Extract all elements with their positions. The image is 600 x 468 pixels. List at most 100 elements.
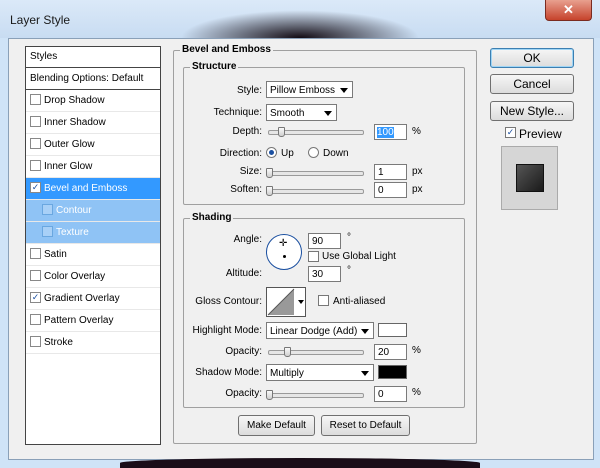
style-item-label: Satin — [44, 249, 67, 260]
blending-options[interactable]: Blending Options: Default — [26, 68, 160, 90]
style-item-inner-glow[interactable]: Inner Glow — [26, 156, 160, 178]
style-item-drop-shadow[interactable]: Drop Shadow — [26, 90, 160, 112]
new-style-button[interactable]: New Style... — [490, 101, 574, 121]
style-item-label: Texture — [56, 227, 89, 238]
shadow-mode-select[interactable]: Multiply — [266, 364, 374, 381]
chevron-down-icon[interactable] — [298, 300, 304, 304]
chevron-down-icon — [361, 371, 369, 376]
size-slider-thumb[interactable] — [266, 168, 273, 178]
style-item-label: Gradient Overlay — [44, 293, 120, 304]
angle-dial[interactable]: ✛ — [266, 234, 302, 270]
style-item-label: Contour — [56, 205, 92, 216]
direction-up-radio[interactable] — [266, 147, 277, 158]
anti-aliased-label[interactable]: Anti-aliased — [333, 296, 385, 307]
highlight-opacity-slider[interactable] — [268, 350, 364, 355]
bevel-emboss-title: Bevel and Emboss — [180, 44, 273, 55]
technique-label: Technique: — [213, 107, 262, 118]
chevron-down-icon — [361, 329, 369, 334]
highlight-color-swatch[interactable] — [378, 323, 407, 337]
technique-value: Smooth — [270, 108, 305, 119]
style-item-checkbox[interactable]: ✓ — [30, 291, 41, 303]
soften-slider[interactable] — [268, 189, 364, 194]
highlight-opacity-input[interactable]: 20 — [374, 344, 407, 360]
style-item-checkbox[interactable] — [42, 225, 53, 237]
depth-label: Depth: — [232, 126, 262, 137]
style-item-pattern-overlay[interactable]: Pattern Overlay — [26, 310, 160, 332]
shadow-opacity-unit: % — [412, 387, 421, 398]
highlight-mode-value: Linear Dodge (Add) — [270, 326, 358, 337]
style-item-checkbox[interactable] — [30, 137, 41, 149]
style-label: Style: — [236, 85, 262, 96]
style-item-checkbox[interactable] — [30, 269, 41, 281]
cancel-button[interactable]: Cancel — [490, 74, 574, 94]
style-item-checkbox[interactable] — [30, 93, 41, 105]
highlight-opacity-label: Opacity: — [225, 346, 262, 357]
style-item-checkbox[interactable]: ✓ — [30, 181, 41, 193]
style-value: Pillow Emboss — [270, 85, 336, 96]
size-input[interactable]: 1 — [374, 164, 407, 180]
style-item-satin[interactable]: Satin — [26, 244, 160, 266]
style-item-color-overlay[interactable]: Color Overlay — [26, 266, 160, 288]
highlight-opacity-slider-thumb[interactable] — [284, 347, 291, 357]
style-item-label: Stroke — [44, 337, 73, 348]
soften-input[interactable]: 0 — [374, 182, 407, 198]
size-label: Size: — [239, 166, 262, 177]
global-light-checkbox[interactable] — [308, 251, 319, 262]
style-item-contour[interactable]: Contour — [26, 200, 160, 222]
highlight-mode-select[interactable]: Linear Dodge (Add) — [266, 322, 374, 339]
shadow-opacity-slider-thumb[interactable] — [266, 390, 273, 400]
depth-input[interactable]: 100 — [374, 124, 407, 140]
global-light-label[interactable]: Use Global Light — [322, 251, 396, 262]
direction-up-label[interactable]: Up — [281, 148, 294, 159]
shadow-mode-label: Shadow Mode: — [195, 367, 262, 378]
direction-down-label[interactable]: Down — [323, 148, 349, 159]
style-item-label: Drop Shadow — [44, 95, 105, 106]
preview-label[interactable]: Preview — [519, 127, 562, 141]
style-item-checkbox[interactable] — [30, 335, 41, 347]
style-item-stroke[interactable]: Stroke — [26, 332, 160, 354]
style-item-outer-glow[interactable]: Outer Glow — [26, 134, 160, 156]
ok-button[interactable]: OK — [490, 48, 574, 68]
style-select[interactable]: Pillow Emboss — [266, 81, 353, 98]
title-bar[interactable]: Layer Style ✕ — [0, 0, 600, 38]
make-default-button[interactable]: Make Default — [238, 415, 315, 436]
style-item-checkbox[interactable] — [30, 247, 41, 259]
size-slider[interactable] — [268, 171, 364, 176]
style-item-gradient-overlay[interactable]: ✓ Gradient Overlay — [26, 288, 160, 310]
direction-down-radio[interactable] — [308, 147, 319, 158]
style-item-bevel-and-emboss[interactable]: ✓ Bevel and Emboss — [26, 178, 160, 200]
preview-checkbox[interactable]: ✓ — [505, 127, 516, 138]
shadow-mode-value: Multiply — [270, 368, 304, 379]
reset-to-default-button[interactable]: Reset to Default — [321, 415, 410, 436]
angle-unit: ° — [347, 232, 351, 243]
preview-thumbnail — [501, 146, 558, 210]
shadow-opacity-input[interactable]: 0 — [374, 386, 407, 402]
anti-aliased-checkbox[interactable] — [318, 295, 329, 306]
style-item-inner-shadow[interactable]: Inner Shadow — [26, 112, 160, 134]
background-glow — [180, 10, 420, 38]
altitude-input[interactable]: 30 — [308, 266, 341, 282]
chevron-down-icon — [324, 111, 332, 116]
depth-unit: % — [412, 126, 421, 137]
style-item-checkbox[interactable] — [30, 159, 41, 171]
style-item-checkbox[interactable] — [30, 115, 41, 127]
styles-list: Styles Blending Options: Default Drop Sh… — [25, 46, 161, 445]
style-item-checkbox[interactable] — [42, 203, 53, 215]
soften-unit: px — [412, 184, 423, 195]
angle-input[interactable]: 90 — [308, 233, 341, 249]
highlight-opacity-unit: % — [412, 345, 421, 356]
shadow-color-swatch[interactable] — [378, 365, 407, 379]
shadow-opacity-slider[interactable] — [268, 393, 364, 398]
soften-slider-thumb[interactable] — [266, 186, 273, 196]
gloss-contour-picker[interactable] — [266, 287, 306, 317]
style-item-checkbox[interactable] — [30, 313, 41, 325]
close-icon[interactable]: ✕ — [545, 0, 592, 21]
style-item-label: Inner Shadow — [44, 117, 106, 128]
style-item-texture[interactable]: Texture — [26, 222, 160, 244]
angle-center-dot — [283, 255, 286, 258]
technique-select[interactable]: Smooth — [266, 104, 337, 121]
preview-swatch — [516, 164, 544, 192]
background-glow — [120, 458, 480, 468]
styles-header[interactable]: Styles — [26, 47, 160, 68]
depth-slider-thumb[interactable] — [278, 127, 285, 137]
